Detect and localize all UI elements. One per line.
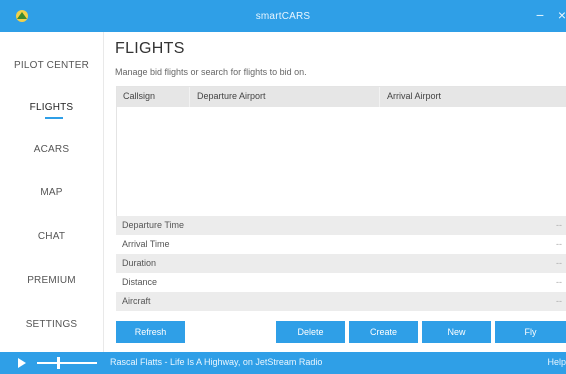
detail-row-arrival-time: Arrival Time --: [116, 235, 566, 254]
create-button[interactable]: Create: [349, 321, 418, 343]
column-arrival-airport[interactable]: Arrival Airport: [387, 91, 441, 101]
detail-row-departure-time: Departure Time --: [116, 216, 566, 235]
sidebar-item-flights[interactable]: FLIGHTS: [0, 102, 103, 113]
fly-button[interactable]: Fly: [495, 321, 566, 343]
detail-row-distance: Distance --: [116, 273, 566, 292]
detail-row-duration: Duration --: [116, 254, 566, 273]
sidebar-item-settings[interactable]: SETTINGS: [0, 319, 103, 330]
detail-row-aircraft: Aircraft --: [116, 292, 566, 311]
app-title: smartCARS: [255, 10, 311, 22]
page-title: FLIGHTS: [115, 40, 185, 57]
column-divider: [189, 87, 190, 107]
active-tab-indicator: [45, 117, 63, 119]
detail-value: --: [556, 258, 562, 268]
help-link[interactable]: Help: [547, 357, 566, 367]
detail-label: Duration: [122, 258, 157, 268]
minimize-icon[interactable]: −: [536, 7, 544, 23]
volume-slider-thumb[interactable]: [57, 357, 60, 369]
delete-button[interactable]: Delete: [276, 321, 345, 343]
detail-label: Aircraft: [122, 296, 151, 306]
sidebar: PILOT CENTER FLIGHTS ACARS MAP CHAT PREM…: [0, 32, 104, 352]
sidebar-item-map[interactable]: MAP: [0, 187, 103, 198]
detail-value: --: [556, 220, 562, 230]
volume-slider-track[interactable]: [37, 362, 97, 364]
sidebar-item-pilot-center[interactable]: PILOT CENTER: [0, 60, 103, 71]
smartcars-logo-icon: [16, 10, 28, 22]
radio-bar: Rascal Flatts - Life Is A Highway, on Je…: [0, 352, 566, 374]
column-callsign[interactable]: Callsign: [123, 91, 155, 101]
play-icon[interactable]: [18, 358, 26, 368]
detail-value: --: [556, 277, 562, 287]
detail-label: Distance: [122, 277, 158, 287]
sidebar-item-chat[interactable]: CHAT: [0, 231, 103, 242]
detail-label: Departure Time: [122, 220, 185, 230]
close-icon[interactable]: ×: [558, 7, 566, 23]
sidebar-item-premium[interactable]: PREMIUM: [0, 275, 103, 286]
detail-value: --: [556, 296, 562, 306]
refresh-button[interactable]: Refresh: [116, 321, 185, 343]
page-subtitle: Manage bid flights or search for flights…: [115, 67, 307, 77]
column-departure-airport[interactable]: Departure Airport: [197, 91, 266, 101]
smartcars-window: smartCARS − × PILOT CENTER FLIGHTS ACARS…: [0, 0, 566, 374]
new-button[interactable]: New: [422, 321, 491, 343]
title-bar[interactable]: smartCARS − ×: [0, 0, 566, 32]
now-playing-text: Rascal Flatts - Life Is A Highway, on Je…: [110, 357, 323, 367]
sidebar-item-acars[interactable]: ACARS: [0, 144, 103, 155]
column-divider: [379, 87, 380, 107]
table-header: Callsign Departure Airport Arrival Airpo…: [117, 87, 566, 107]
detail-label: Arrival Time: [122, 239, 170, 249]
flights-panel: FLIGHTS Manage bid flights or search for…: [104, 32, 566, 354]
detail-value: --: [556, 239, 562, 249]
